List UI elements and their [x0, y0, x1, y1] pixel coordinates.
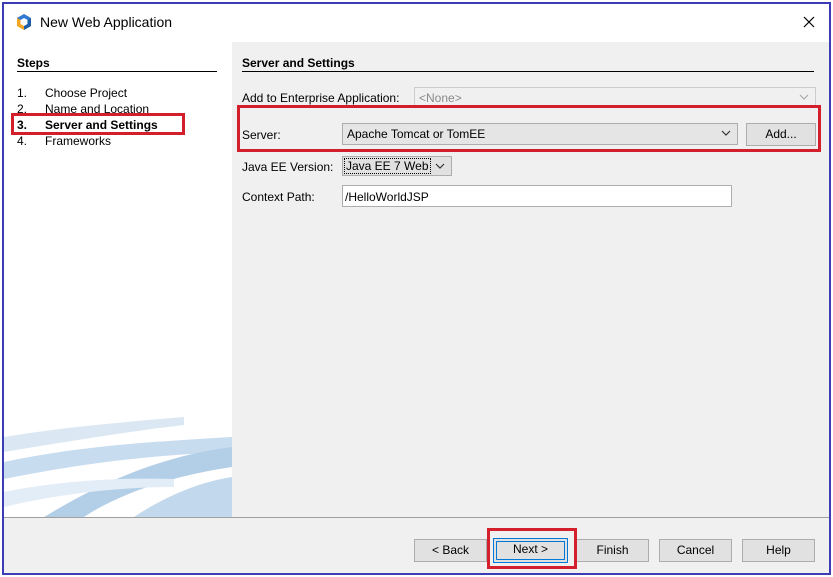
section-divider: [242, 71, 814, 72]
step-number: 3.: [17, 118, 28, 132]
cancel-button[interactable]: Cancel: [659, 539, 732, 562]
step-label: Name and Location: [45, 102, 150, 116]
next-button-label: Next >: [496, 541, 565, 560]
server-combo[interactable]: Apache Tomcat or TomEE: [342, 123, 738, 145]
step-label: Choose Project: [45, 86, 128, 100]
next-button[interactable]: Next >: [493, 538, 568, 563]
steps-title: Steps: [17, 56, 50, 70]
decorative-swoosh: [4, 417, 232, 517]
context-path-label: Context Path:: [242, 190, 315, 204]
context-path-value: /HelloWorldJSP: [345, 190, 429, 204]
dialog-window: New Web Application Steps 1. Choose Proje…: [2, 2, 831, 575]
javaee-version-value: Java EE 7 Web: [344, 158, 431, 174]
back-button[interactable]: < Back: [414, 539, 487, 562]
close-icon[interactable]: [797, 10, 821, 34]
enterprise-app-value: <None>: [419, 91, 462, 105]
enterprise-app-label: Add to Enterprise Application:: [242, 91, 400, 105]
step-number: 2.: [17, 102, 28, 116]
javaee-version-label: Java EE Version:: [242, 160, 334, 174]
step-number: 4.: [17, 134, 28, 148]
netbeans-icon: [17, 14, 31, 30]
server-label: Server:: [242, 128, 281, 142]
chevron-down-icon: [435, 163, 445, 169]
step-server-and-settings: 3. Server and Settings: [17, 118, 158, 132]
settings-panel: Server and Settings Add to Enterprise Ap…: [232, 42, 829, 517]
window-title: New Web Application: [40, 14, 173, 30]
button-bar: < Back Next > Finish Cancel Help: [4, 518, 829, 573]
chevron-down-icon: [799, 94, 809, 100]
section-title: Server and Settings: [242, 56, 355, 70]
step-label: Server and Settings: [45, 118, 158, 132]
step-label: Frameworks: [45, 134, 112, 148]
step-name-and-location: 2. Name and Location: [17, 102, 149, 116]
chevron-down-icon: [721, 130, 731, 136]
step-number: 1.: [17, 86, 28, 100]
steps-divider: [17, 71, 217, 72]
server-value: Apache Tomcat or TomEE: [347, 127, 486, 141]
context-path-input[interactable]: /HelloWorldJSP: [342, 185, 732, 207]
steps-panel: Steps 1. Choose Project 2. Name and Locati…: [4, 42, 232, 517]
title-bar[interactable]: New Web Application: [4, 4, 829, 42]
step-frameworks: 4. Frameworks: [17, 134, 111, 148]
javaee-version-combo[interactable]: Java EE 7 Web: [342, 156, 452, 176]
step-choose-project: 1. Choose Project: [17, 86, 127, 100]
finish-button[interactable]: Finish: [576, 539, 649, 562]
enterprise-app-combo: <None>: [414, 87, 816, 107]
add-server-button[interactable]: Add...: [746, 123, 816, 146]
help-button[interactable]: Help: [742, 539, 815, 562]
